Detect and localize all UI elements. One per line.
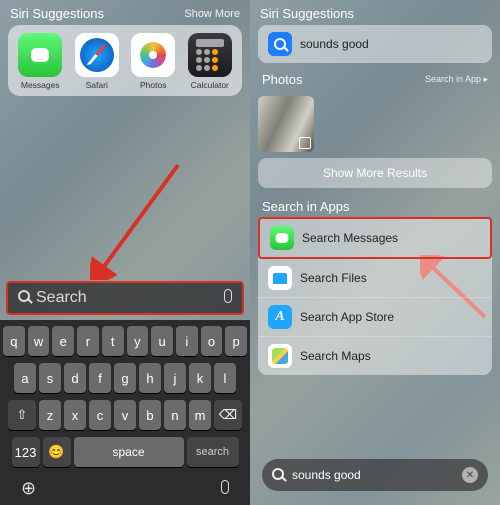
key-u[interactable]: u [151,326,173,356]
app-safari[interactable]: Safari [71,33,123,90]
search-maps-row[interactable]: Search Maps [258,337,492,375]
key-l[interactable]: l [214,363,236,393]
key-n[interactable]: n [164,400,186,430]
search-icon [272,468,284,483]
key-d[interactable]: d [64,363,86,393]
search-input[interactable]: sounds good ✕ [262,459,488,491]
row-label: Search App Store [300,310,394,324]
dictation-icon[interactable] [221,478,229,499]
key-p[interactable]: p [225,326,247,356]
key-m[interactable]: m [189,400,211,430]
app-label: Calculator [184,80,236,90]
app-label: Messages [14,80,66,90]
siri-title: Siri Suggestions [10,6,104,21]
key-y[interactable]: y [127,326,149,356]
app-calculator[interactable]: Calculator [184,33,236,90]
maps-icon [268,344,292,368]
files-icon [268,266,292,290]
photos-icon [131,33,175,77]
left-pane: Siri Suggestions Show More Messages Safa… [0,0,250,505]
siri-suggestion-item[interactable]: sounds good [258,25,492,63]
siri-header: Siri Suggestions Show More [0,0,250,25]
app-label: Safari [71,80,123,90]
keyboard: qwertyuiop asdfghjkl ⇧zxcvbnm⌫ 123 😊 spa… [0,320,250,505]
search-messages-row[interactable]: Search Messages [258,217,492,259]
key-⌫[interactable]: ⌫ [214,400,242,430]
search-in-apps-title: Search in Apps [262,199,349,214]
key-e[interactable]: e [52,326,74,356]
key-k[interactable]: k [189,363,211,393]
key-123[interactable]: 123 [12,437,40,467]
app-label: Photos [127,80,179,90]
key-emoji[interactable]: 😊 [43,437,71,467]
key-x[interactable]: x [64,400,86,430]
search-value: sounds good [292,468,361,482]
photos-title: Photos [262,72,302,87]
messages-icon [18,33,62,77]
key-a[interactable]: a [14,363,36,393]
photo-result[interactable] [258,96,314,152]
show-more-results-button[interactable]: Show More Results [258,158,492,188]
calculator-icon [188,33,232,77]
search-icon [18,289,30,307]
app-messages[interactable]: Messages [14,33,66,90]
row-label: Search Messages [302,231,398,245]
safari-icon [75,33,119,77]
key-search[interactable]: search [187,437,239,467]
key-space[interactable]: space [74,437,184,467]
app-suggestions: Messages Safari Photos Calculator [8,25,242,96]
key-c[interactable]: c [89,400,111,430]
show-more-link[interactable]: Show More [184,8,240,20]
clear-icon[interactable]: ✕ [462,467,478,483]
key-i[interactable]: i [176,326,198,356]
key-t[interactable]: t [102,326,124,356]
row-label: Search Files [300,271,367,285]
key-b[interactable]: b [139,400,161,430]
messages-icon [270,226,294,250]
key-j[interactable]: j [164,363,186,393]
appstore-icon: A [268,305,292,329]
key-s[interactable]: s [39,363,61,393]
suggestion-text: sounds good [300,37,369,51]
mic-icon[interactable] [224,289,232,308]
search-appstore-row[interactable]: A Search App Store [258,298,492,337]
search-placeholder: Search [36,289,87,307]
key-z[interactable]: z [39,400,61,430]
key-q[interactable]: q [3,326,25,356]
key-o[interactable]: o [201,326,223,356]
web-search-icon [268,32,292,56]
search-in-app-link[interactable]: Search in App ▸ [425,74,488,85]
search-files-row[interactable]: Search Files [258,259,492,298]
key-r[interactable]: r [77,326,99,356]
key-f[interactable]: f [89,363,111,393]
row-label: Search Maps [300,349,371,363]
key-g[interactable]: g [114,363,136,393]
globe-icon[interactable]: ⊕ [21,478,36,499]
key-v[interactable]: v [114,400,136,430]
search-input[interactable]: Search [6,281,244,315]
app-photos[interactable]: Photos [127,33,179,90]
key-w[interactable]: w [28,326,50,356]
right-pane: Siri Suggestions sounds good Photos Sear… [250,0,500,505]
key-⇧[interactable]: ⇧ [8,400,36,430]
key-h[interactable]: h [139,363,161,393]
siri-title: Siri Suggestions [260,6,354,21]
